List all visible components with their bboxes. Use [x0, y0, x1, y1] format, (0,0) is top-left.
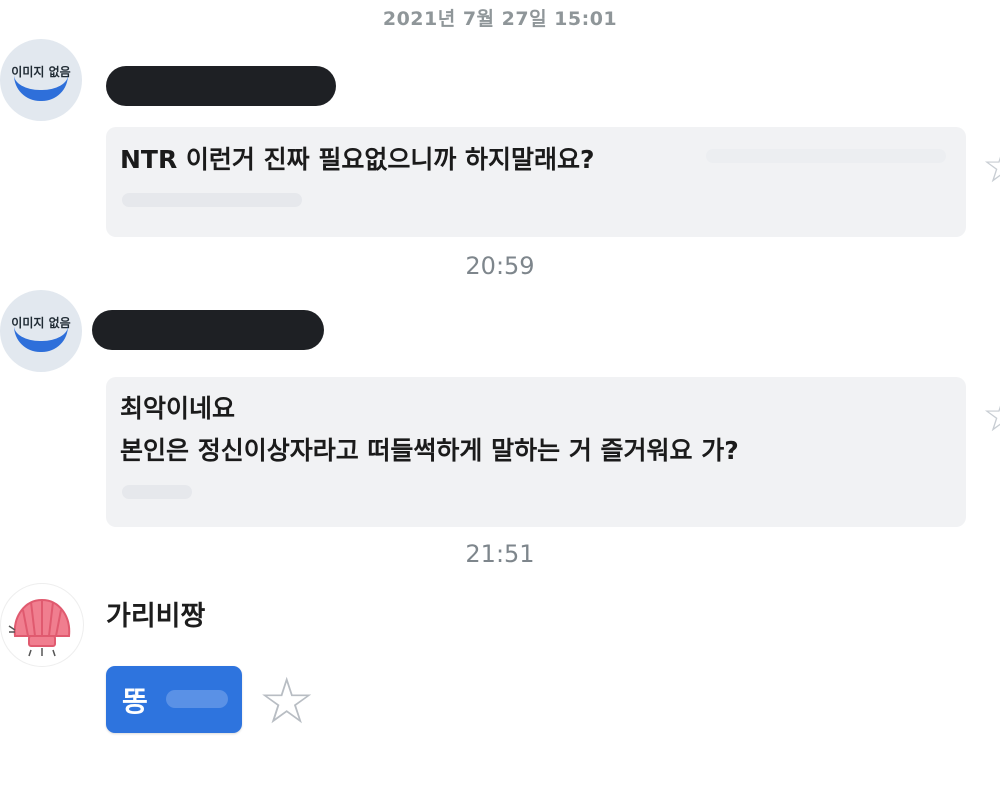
blurred-text — [166, 690, 228, 708]
reply-button-label: 똥 — [122, 685, 148, 718]
star-icon[interactable]: ☆ — [982, 143, 1000, 189]
message-time: 21:51 — [465, 540, 535, 568]
message-time: 20:59 — [465, 252, 535, 280]
placeholder-avatar-icon[interactable]: 이미지 없음 — [0, 39, 82, 121]
star-icon[interactable]: ☆ — [982, 392, 1000, 438]
message-text-line: 본인은 정신이상자라고 떠들썩하게 말하는 거 즐거워요 가? — [120, 436, 739, 465]
message-bubble[interactable]: 최악이네요 본인은 정신이상자라고 떠들썩하게 말하는 거 즐거워요 가? — [106, 377, 966, 527]
reply-button[interactable]: 똥 — [106, 666, 242, 733]
redacted-username — [106, 66, 336, 106]
date-header: 2021년 7월 27일 15:01 — [382, 8, 618, 30]
message-bubble[interactable]: NTR 이런거 진짜 필요없으니까 하지말래요? — [106, 127, 966, 237]
shell-icon — [8, 598, 71, 657]
avatar-smile-shape — [14, 326, 68, 352]
blurred-text — [122, 485, 192, 499]
blurred-text — [122, 193, 302, 207]
redacted-username — [92, 310, 324, 350]
avatar-smile-shape — [14, 75, 68, 101]
sender-name: 가리비짱 — [106, 601, 206, 632]
message-text-line: 최악이네요 — [120, 394, 236, 423]
shell-avatar-icon[interactable] — [0, 583, 84, 667]
blurred-text — [706, 149, 946, 163]
placeholder-avatar-icon[interactable]: 이미지 없음 — [0, 290, 82, 372]
message-text-line: NTR 이런거 진짜 필요없으니까 하지말래요? — [120, 145, 595, 174]
star-outline-icon[interactable]: ☆ — [258, 670, 315, 734]
